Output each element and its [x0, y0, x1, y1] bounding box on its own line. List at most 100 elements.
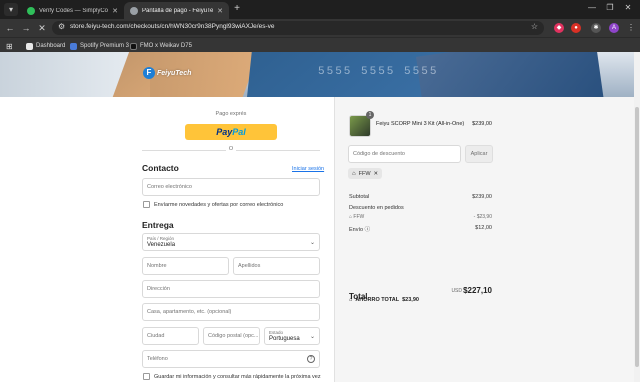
- forward-icon[interactable]: →: [20, 22, 32, 34]
- contact-heading: Contacto: [142, 163, 179, 173]
- bookmark-favicon-icon: [130, 42, 137, 50]
- or-label: O: [228, 146, 234, 152]
- extension-badge-icon[interactable]: ●: [571, 23, 581, 33]
- subtotal-value: $239,00: [472, 194, 492, 200]
- login-link[interactable]: Iniciar sesión: [292, 166, 324, 172]
- maximize-icon[interactable]: ❐: [604, 3, 616, 12]
- tab-search-icon[interactable]: ▾: [4, 3, 18, 16]
- postal-code-field[interactable]: Código postal (opc...: [203, 327, 260, 345]
- help-icon[interactable]: ?: [307, 355, 315, 363]
- close-tab-icon[interactable]: ✕: [112, 7, 118, 15]
- tab-verify-codes[interactable]: Verify Codes — SimplyCodes ✕: [21, 2, 124, 19]
- profile-avatar[interactable]: A: [609, 23, 619, 33]
- shipping-label: Envío: [349, 227, 364, 233]
- first-name-placeholder: Nombre: [147, 263, 167, 269]
- apply-button[interactable]: Aplicar: [465, 145, 493, 163]
- menu-kebab-icon[interactable]: ⋮: [626, 23, 636, 33]
- chevron-down-icon: ⌄: [309, 240, 315, 246]
- state-label: Estado: [269, 330, 284, 335]
- bookmark-label: Spotify Premium 3: [80, 43, 130, 49]
- savings-label: AHORRO TOTAL: [355, 297, 400, 303]
- shipping-row: Envío ⓘ $12,00: [349, 225, 492, 233]
- order-discount-row: Descuento en pedidos: [349, 205, 492, 211]
- paypal-pal-text: Pal: [232, 127, 246, 137]
- state-select[interactable]: Estado Portuguesa ⌄: [264, 327, 320, 345]
- bookmark-dashboard[interactable]: Dashboard: [26, 41, 65, 51]
- extension-icon[interactable]: ◆: [554, 23, 564, 33]
- checkout-page: 5555 5555 5555 F FeiyuTech Pago exprés P…: [0, 52, 640, 382]
- chevron-down-icon: ⌄: [309, 334, 315, 340]
- extensions-puzzle-icon[interactable]: ✱: [591, 23, 601, 33]
- close-window-icon[interactable]: ✕: [622, 3, 634, 12]
- tab-title: Pantalla de pago - FeiyuTech: [142, 7, 214, 14]
- or-divider: O: [142, 146, 320, 154]
- paypal-pay-text: Pay: [216, 127, 233, 137]
- discount-code-row: ⌂ FFW - $23,90: [349, 214, 492, 220]
- browser-tab-bar: ▾ Verify Codes — SimplyCodes ✕ Pantalla …: [0, 0, 640, 19]
- address-field[interactable]: Dirección: [142, 280, 320, 298]
- scrollbar-thumb[interactable]: [635, 107, 639, 367]
- bookmarks-bar: ⊞ Dashboard Spotify Premium 3 FMO x Weik…: [0, 37, 640, 52]
- order-discount-label: Descuento en pedidos: [349, 205, 404, 211]
- discount-code-input[interactable]: Código de descuento: [348, 145, 461, 163]
- apartment-placeholder: Casa, apartamento, etc. (opcional): [147, 309, 232, 315]
- tab-checkout[interactable]: Pantalla de pago - FeiyuTech ✕: [124, 2, 229, 19]
- city-placeholder: Ciudad: [147, 333, 165, 339]
- total-savings: ⌂ AHORRO TOTAL $23,90: [349, 297, 419, 303]
- newsletter-checkbox[interactable]: Envíarme novedades y ofertas por correo …: [143, 201, 283, 208]
- chip-code: FFW: [358, 170, 371, 177]
- savings-value: $23,90: [402, 297, 419, 303]
- bookmark-spotify[interactable]: Spotify Premium 3: [70, 41, 129, 51]
- save-info-label: Guardar mi información y consultar más r…: [154, 373, 321, 380]
- subtotal-row: Subtotal $239,00: [349, 194, 492, 200]
- address-bar[interactable]: ⚙ store.feiyu-tech.com/checkouts/cn/hWN3…: [52, 21, 544, 35]
- total-value: $227,10: [463, 286, 492, 295]
- product-name: Feiyu SCORP Mini 3 Kit (All-in-One): [376, 121, 465, 127]
- phone-field[interactable]: Teléfono ?: [142, 350, 320, 368]
- feiyutech-logo-icon: F: [143, 67, 155, 79]
- discount-code: FFW: [353, 214, 365, 220]
- first-name-field[interactable]: Nombre: [142, 257, 229, 275]
- paypal-button[interactable]: PayPal: [185, 124, 277, 140]
- apartment-field[interactable]: Casa, apartamento, etc. (opcional): [142, 303, 320, 321]
- save-info-checkbox[interactable]: Guardar mi información y consultar más r…: [143, 373, 321, 380]
- close-tab-icon[interactable]: ✕: [217, 7, 223, 15]
- bookmark-label: FMO x Weikav D75: [140, 43, 192, 49]
- delivery-heading: Entrega: [142, 220, 174, 230]
- address-placeholder: Dirección: [147, 286, 170, 292]
- country-select[interactable]: País / Región Venezuela ⌄: [142, 233, 320, 251]
- bookmark-star-icon[interactable]: ☆: [531, 22, 538, 31]
- order-summary: 1 Feiyu SCORP Mini 3 Kit (All-in-One) $2…: [334, 97, 640, 382]
- store-logo[interactable]: F FeiyuTech: [143, 67, 191, 79]
- discount-placeholder: Código de descuento: [353, 151, 405, 157]
- dashboard-icon: [26, 42, 33, 50]
- card-digits: 5555 5555 5555: [318, 66, 439, 78]
- site-info-icon[interactable]: ⚙: [58, 22, 65, 31]
- brand-name: FeiyuTech: [157, 69, 192, 77]
- city-field[interactable]: Ciudad: [142, 327, 199, 345]
- apps-grid-icon[interactable]: ⊞: [6, 41, 13, 51]
- bookmark-favicon-icon: [70, 42, 77, 50]
- bookmark-fmo[interactable]: FMO x Weikav D75: [130, 41, 192, 51]
- checkbox-icon[interactable]: [143, 201, 150, 208]
- page-scrollbar[interactable]: [634, 52, 640, 382]
- product-price: $239,00: [472, 121, 492, 127]
- checkbox-icon[interactable]: [143, 373, 150, 380]
- state-value: Portuguesa: [269, 336, 300, 342]
- postal-code-placeholder: Código postal (opc...: [208, 333, 259, 339]
- tag-icon: ⌂: [349, 297, 353, 303]
- info-icon[interactable]: ⓘ: [365, 227, 371, 233]
- new-tab-button[interactable]: +: [231, 3, 243, 15]
- newsletter-label: Envíarme novedades y ofertas por correo …: [154, 201, 284, 208]
- subtotal-label: Subtotal: [349, 194, 370, 200]
- stop-loading-icon[interactable]: ✕: [36, 22, 48, 34]
- currency-code: USD: [451, 288, 462, 294]
- discount-chip: ⌂ FFW ✕: [348, 168, 383, 179]
- remove-discount-icon[interactable]: ✕: [374, 171, 379, 177]
- email-field[interactable]: Correo electrónico: [142, 178, 320, 196]
- back-icon[interactable]: ←: [4, 22, 16, 34]
- bookmark-label: Dashboard: [36, 43, 66, 49]
- last-name-field[interactable]: Apellidos: [233, 257, 320, 275]
- tag-icon: ⌂: [352, 170, 356, 177]
- minimize-icon[interactable]: —: [586, 3, 598, 12]
